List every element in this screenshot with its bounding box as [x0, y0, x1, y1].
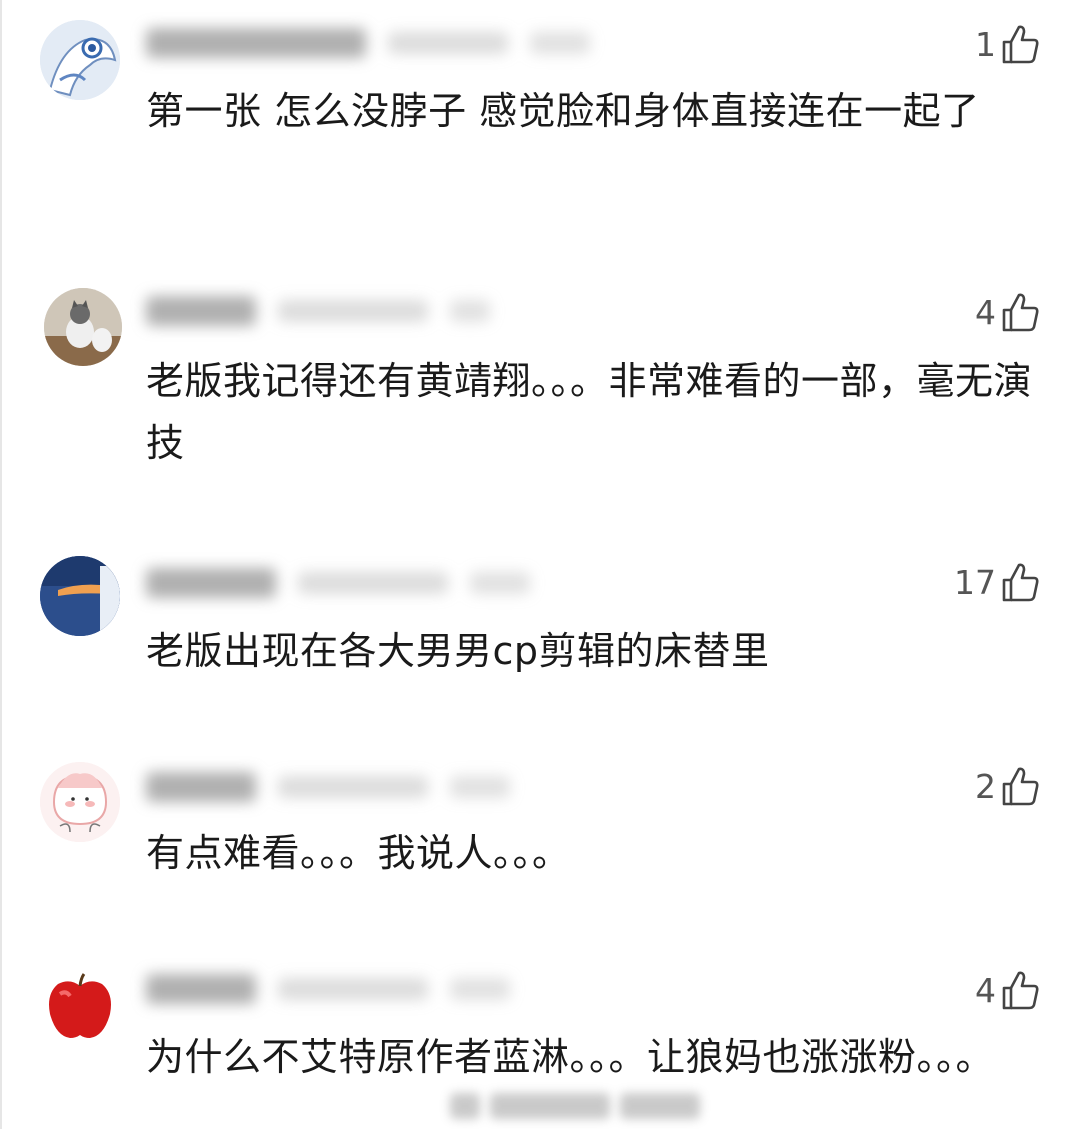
avatar[interactable] — [40, 964, 120, 1044]
comment-meta-blurred — [146, 972, 510, 1006]
avatar[interactable] — [40, 20, 120, 100]
like-count: 4 — [975, 970, 996, 1010]
like-button[interactable]: 1 — [975, 20, 1040, 68]
thumbs-up-icon — [1002, 971, 1039, 1010]
like-count: 1 — [975, 24, 996, 64]
comment-text: 第一张 怎么没脖子 感觉脸和身体直接连在一起了 — [146, 89, 980, 133]
blue-character-avatar-image — [40, 20, 120, 100]
like-button[interactable]: 4 — [975, 288, 1040, 336]
comment-meta-blurred — [146, 294, 490, 328]
comment-item: 1 第一张 怎么没脖子 感觉脸和身体直接连在一起了 — [0, 0, 1080, 260]
comment-text: 为什么不艾特原作者蓝淋。。。让狼妈也涨涨粉。。。 — [146, 1035, 995, 1079]
comment-text: 老版我记得还有黄靖翔。。。非常难看的一部，毫无演技 — [146, 359, 1033, 465]
comment-meta-blurred — [146, 770, 510, 804]
avatar[interactable] — [40, 762, 120, 842]
comment-item: 2 有点难看。。。我说人。。。 — [0, 730, 1080, 940]
avatar[interactable] — [44, 288, 122, 366]
like-count: 4 — [975, 292, 996, 332]
comment-meta-blurred — [146, 26, 590, 60]
like-button[interactable]: 2 — [975, 762, 1040, 810]
like-button[interactable]: 17 — [954, 558, 1040, 606]
comment-item: 17 老版出现在各大男男cp剪辑的床替里 — [0, 530, 1080, 730]
night-scene-avatar-image — [40, 556, 120, 636]
cartoon-face-avatar-image — [40, 762, 120, 842]
comment-text: 老版出现在各大男男cp剪辑的床替里 — [146, 629, 770, 673]
avatar[interactable] — [40, 556, 120, 636]
comment-text: 有点难看。。。我说人。。。 — [146, 831, 571, 875]
cat-photo-avatar-image — [44, 288, 122, 366]
like-button[interactable]: 4 — [975, 966, 1040, 1014]
thumbs-up-icon — [1002, 767, 1039, 806]
like-count: 17 — [954, 562, 996, 602]
thumbs-up-icon — [1002, 25, 1039, 64]
like-count: 2 — [975, 766, 996, 806]
comment-meta-blurred — [146, 566, 530, 600]
thumbs-up-icon — [1002, 293, 1039, 332]
thumbs-up-icon — [1002, 563, 1039, 602]
red-apple-avatar-image — [40, 964, 120, 1044]
watermark-blurred — [450, 1088, 750, 1124]
comment-item: 4 老版我记得还有黄靖翔。。。非常难看的一部，毫无演技 — [0, 260, 1080, 530]
